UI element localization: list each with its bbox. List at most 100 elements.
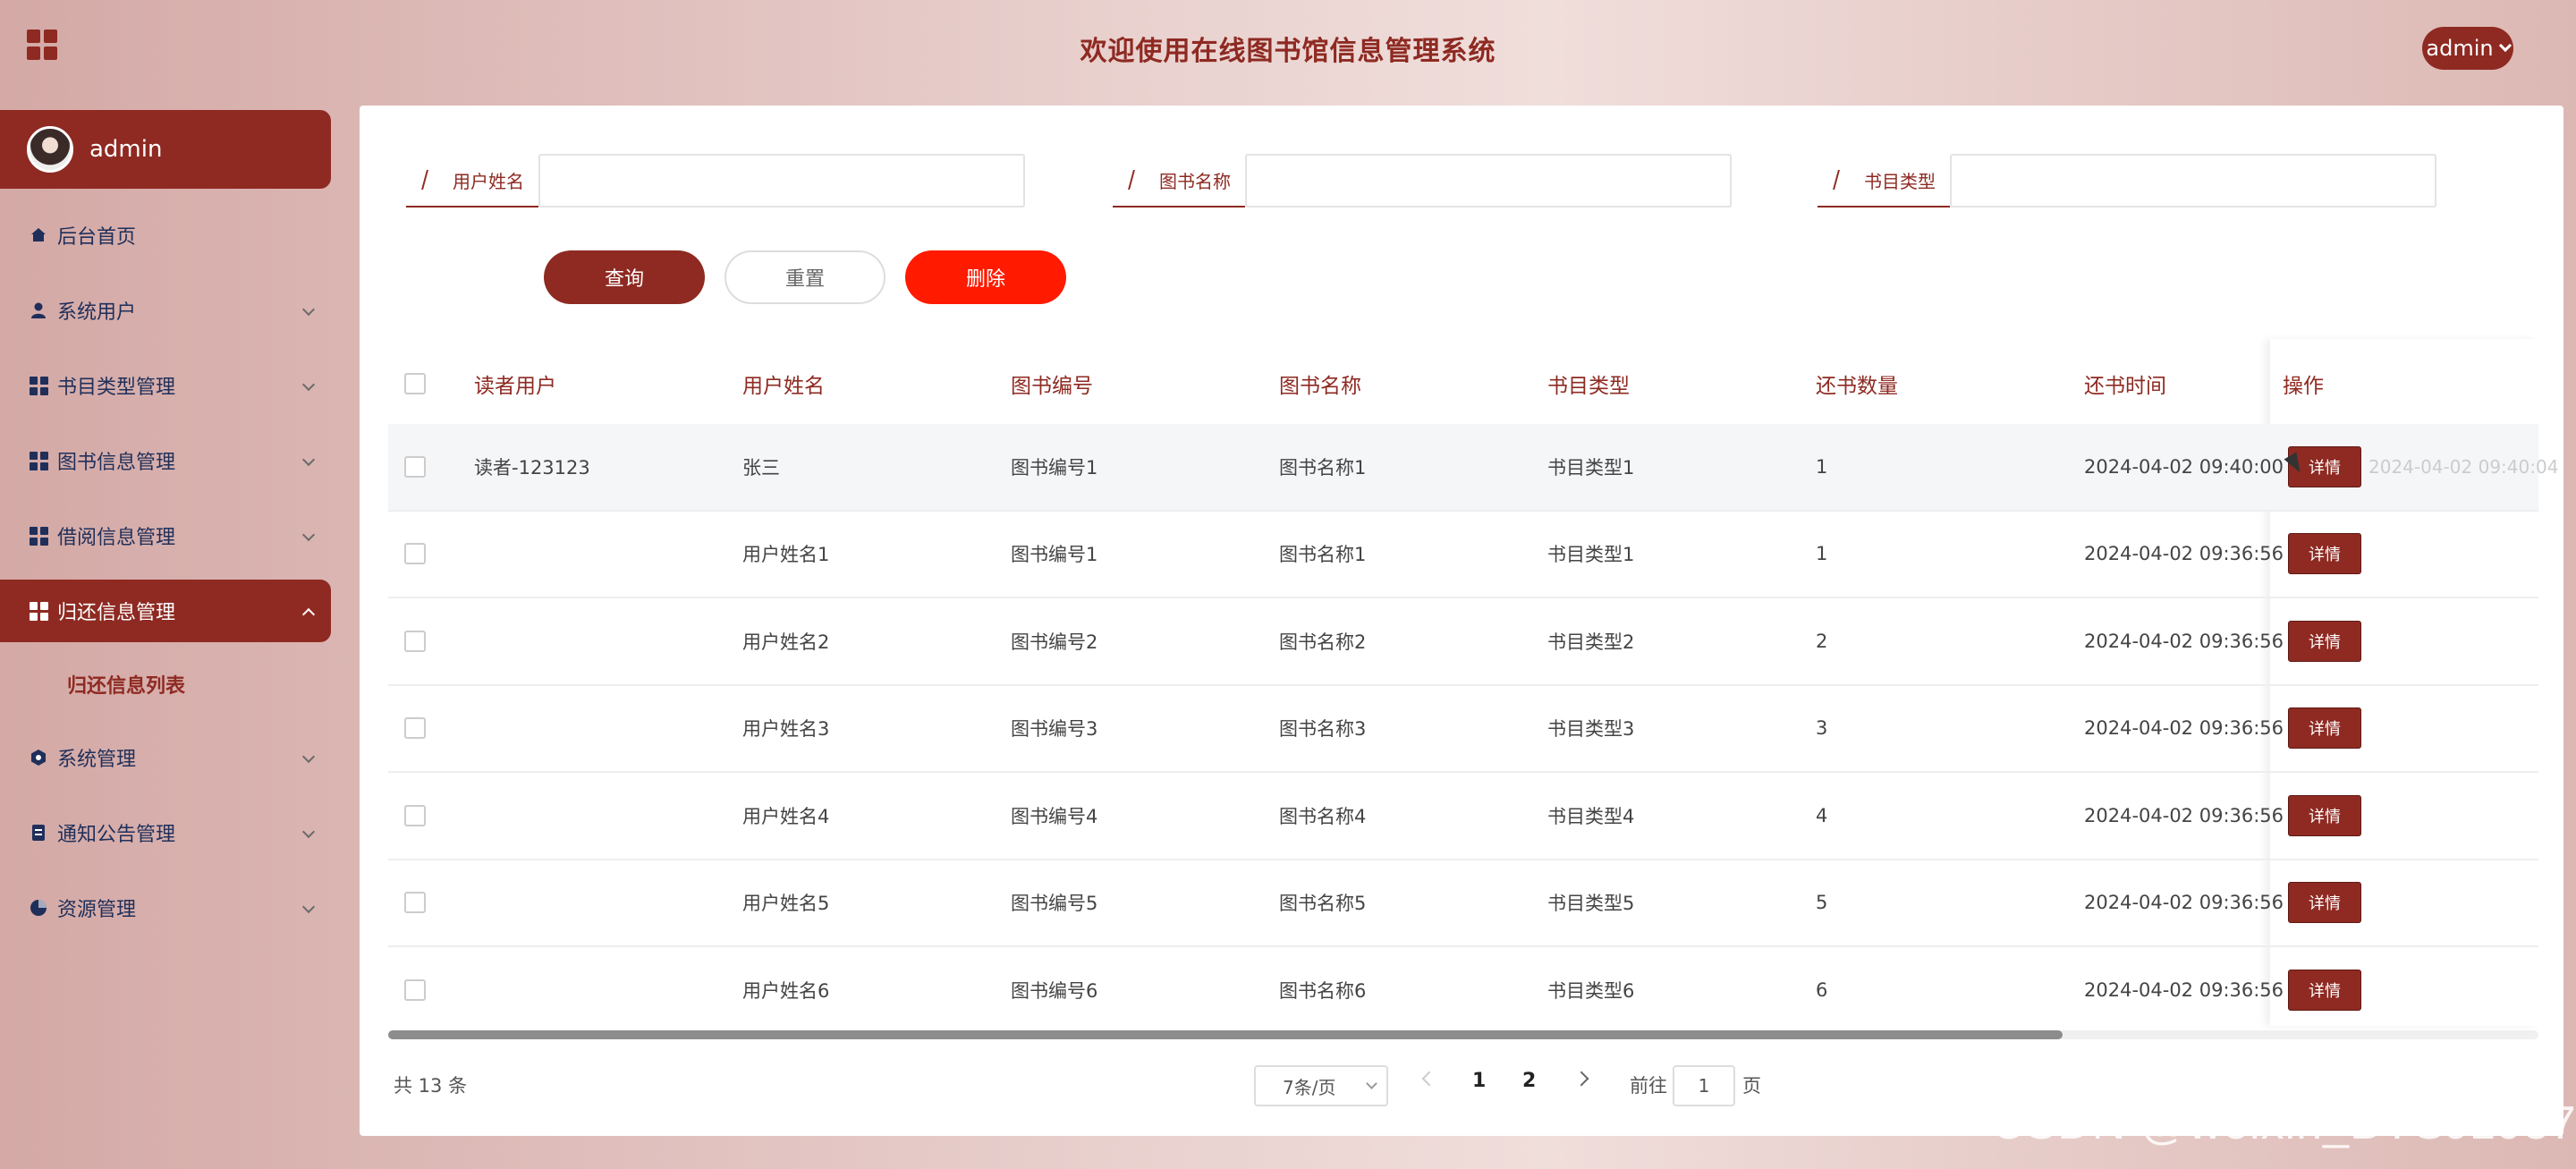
detail-button[interactable]: 详情 — [2288, 707, 2361, 750]
table-cell-user-name: 用户姓名4 — [742, 805, 830, 827]
detail-button[interactable]: 详情 — [2288, 533, 2361, 575]
goto-page-input[interactable] — [1673, 1065, 1735, 1106]
table-body: 读者-123123 张三 图书编号1 图书名称1 书目类型1 1 2024-04-02 09… — [388, 424, 2558, 1035]
pen-icon — [1128, 170, 1148, 190]
user-menu-label: admin — [2426, 36, 2494, 61]
goto-label: 前往 — [1630, 1075, 1667, 1097]
scrollbar-thumb[interactable] — [388, 1030, 2063, 1039]
table-row[interactable]: 用户姓名5 图书编号5 图书名称5 书目类型5 5 2024-04-02 09:36:56… — [388, 860, 2538, 947]
column-header: 图书编号 — [1011, 375, 1093, 398]
sidebar-subitem-return-list[interactable]: 归还信息列表 — [0, 648, 331, 720]
overflow-time-text: 2024-04-02 09:40:04 — [2368, 455, 2559, 478]
reset-button[interactable]: 重置 — [724, 250, 886, 304]
table-cell-book-no: 图书编号1 — [1011, 456, 1098, 479]
table-row[interactable]: 用户姓名2 图书编号2 图书名称2 书目类型2 2 2024-04-02 09:36:56… — [388, 598, 2538, 686]
next-page-icon[interactable] — [1573, 1071, 1589, 1087]
table-cell-user-name: 用户姓名6 — [742, 979, 830, 1002]
detail-button[interactable]: 详情 — [2288, 969, 2361, 1011]
pen-icon — [1833, 170, 1852, 190]
sidebar-item-label: 书目类型管理 — [57, 377, 176, 399]
filter-book-name: 图书名称 — [1113, 154, 1732, 208]
document-icon — [29, 823, 48, 843]
table-cell-user-name: 用户姓名2 — [742, 631, 830, 653]
table-cell-book-no: 图书编号3 — [1011, 718, 1098, 741]
category-input[interactable] — [1950, 154, 2436, 208]
page-size-select[interactable]: 7条/页 — [1254, 1065, 1388, 1106]
dashboard-icon — [29, 376, 48, 395]
query-button[interactable]: 查询 — [544, 250, 705, 304]
table-cell-qty: 4 — [1816, 804, 1828, 826]
row-checkbox[interactable] — [404, 630, 426, 652]
sidebar-item-borrow-management[interactable]: 借阅信息管理 — [0, 498, 331, 573]
page-number-1[interactable]: 1 — [1472, 1070, 1486, 1092]
table-cell-book-no: 图书编号2 — [1011, 631, 1098, 653]
table-cell-reader: 读者-123123 — [474, 456, 590, 479]
table-row[interactable]: 用户姓名6 图书编号6 图书名称6 书目类型6 6 2024-04-02 09:36:56… — [388, 947, 2538, 1035]
table-cell-time: 2024-04-02 09:36:56 — [2084, 543, 2284, 565]
table-cell-category: 书目类型1 — [1547, 456, 1635, 479]
prev-page-icon[interactable] — [1421, 1071, 1437, 1087]
sidebar-item-book-management[interactable]: 图书信息管理 — [0, 423, 331, 498]
filter-label: 书目类型 — [1818, 154, 1950, 208]
book-name-input[interactable] — [1245, 154, 1732, 208]
delete-button[interactable]: 删除 — [905, 250, 1066, 304]
column-header: 操作 — [2283, 375, 2324, 398]
page-title: 欢迎使用在线图书馆信息管理系统 — [1080, 36, 1496, 67]
detail-button[interactable]: 详情 — [2288, 794, 2361, 836]
select-all-checkbox[interactable] — [404, 373, 426, 394]
sidebar-item-resource-management[interactable]: 资源管理 — [0, 870, 331, 945]
user-name-input[interactable] — [538, 154, 1025, 208]
table-cell-time: 2024-04-02 09:36:56 — [2084, 978, 2284, 1001]
sidebar-item-category-management[interactable]: 书目类型管理 — [0, 348, 331, 423]
sidebar-item-label: 图书信息管理 — [57, 452, 176, 474]
gear-icon — [29, 748, 48, 767]
row-checkbox[interactable] — [404, 543, 426, 565]
table-header: 读者用户 用户姓名 图书编号 图书名称 书目类型 还书数量 还书时间 操作 — [388, 343, 2538, 424]
table-cell-category: 书目类型2 — [1547, 631, 1635, 653]
table-row[interactable]: 读者-123123 张三 图书编号1 图书名称1 书目类型1 1 2024-04-02 09… — [388, 424, 2558, 512]
table-cell-time: 2024-04-02 09:36:56 — [2084, 630, 2284, 652]
page-number-2[interactable]: 2 — [1522, 1070, 1536, 1092]
sidebar-item-system-management[interactable]: 系统管理 — [0, 720, 331, 795]
detail-button[interactable]: 详情 — [2288, 620, 2361, 662]
sidebar-item-system-users[interactable]: 系统用户 — [0, 273, 331, 348]
row-checkbox[interactable] — [404, 804, 426, 826]
sidebar-item-label: 后台首页 — [57, 226, 137, 249]
table-cell-category: 书目类型3 — [1547, 718, 1635, 741]
filter-label-text: 用户姓名 — [453, 170, 524, 192]
row-checkbox[interactable] — [404, 455, 426, 478]
chevron-up-icon — [301, 607, 316, 622]
table-cell-category: 书目类型4 — [1547, 805, 1635, 827]
table-row[interactable]: 用户姓名3 图书编号3 图书名称3 书目类型3 3 2024-04-02 09:36:56… — [388, 686, 2538, 773]
sidebar-item-return-management[interactable]: 归还信息管理 — [0, 580, 331, 642]
filter-label-text: 书目类型 — [1864, 170, 1936, 192]
table-row[interactable]: 用户姓名4 图书编号4 图书名称4 书目类型4 4 2024-04-02 09:36:56… — [388, 773, 2538, 860]
detail-button[interactable]: 详情 — [2288, 882, 2361, 924]
total-count: 共 13 条 — [394, 1075, 468, 1097]
table-cell-book-name: 图书名称3 — [1279, 718, 1367, 741]
avatar — [27, 126, 73, 173]
sidebar-user-name: admin — [89, 136, 163, 163]
data-table: 读者用户 用户姓名 图书编号 图书名称 书目类型 还书数量 还书时间 操作 读者… — [388, 339, 2558, 1035]
main-panel: 用户姓名 图书名称 书目类型 查询 重置 删除 读者用户 用户姓名 图书编号 图… — [360, 106, 2563, 1136]
horizontal-scrollbar[interactable] — [388, 1030, 2538, 1039]
row-checkbox[interactable] — [404, 892, 426, 914]
page-size-value: 7条/页 — [1283, 1076, 1336, 1098]
dashboard-icon — [29, 451, 48, 470]
table-cell-book-no: 图书编号1 — [1011, 544, 1098, 566]
column-header: 还书时间 — [2084, 375, 2166, 398]
watermark: CSDN @weixin_BYSJ1987 — [1991, 1097, 2576, 1149]
user-menu-button[interactable]: admin — [2422, 27, 2513, 70]
table-cell-time: 2024-04-02 09:40:00 — [2084, 455, 2284, 478]
row-checkbox[interactable] — [404, 978, 426, 1001]
sidebar-item-label: 归还信息管理 — [57, 602, 176, 624]
sidebar-item-label: 资源管理 — [57, 899, 137, 921]
table-row[interactable]: 用户姓名1 图书编号1 图书名称1 书目类型1 1 2024-04-02 09:36:56… — [388, 512, 2538, 598]
table-cell-category: 书目类型6 — [1547, 979, 1635, 1002]
chevron-down-icon — [301, 825, 316, 839]
sidebar-item-home[interactable]: 后台首页 — [0, 198, 331, 273]
sidebar-item-label: 通知公告管理 — [57, 824, 176, 846]
sidebar-item-notice-management[interactable]: 通知公告管理 — [0, 795, 331, 870]
chevron-down-icon — [301, 453, 316, 467]
row-checkbox[interactable] — [404, 717, 426, 740]
